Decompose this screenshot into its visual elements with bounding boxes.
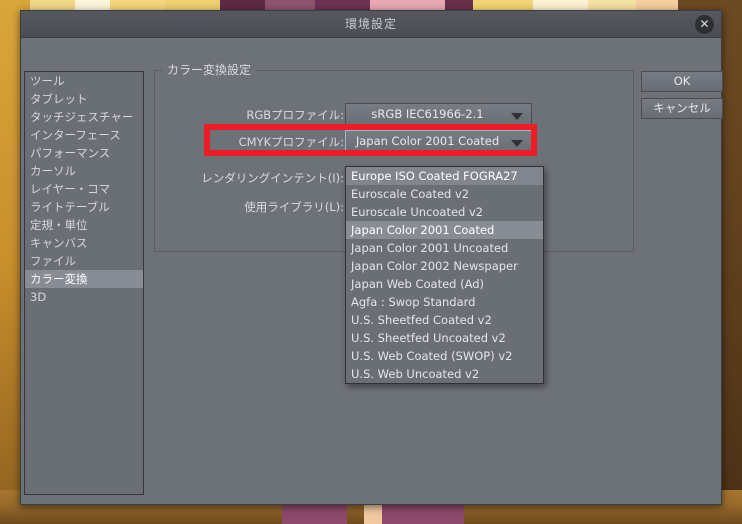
sidebar-item-12[interactable]: 3D xyxy=(25,288,143,306)
sidebar-item-0[interactable]: ツール xyxy=(25,72,143,90)
background-figure-left xyxy=(282,502,347,524)
rgb-profile-label: RGBプロファイル: xyxy=(246,108,344,122)
dropdown-option-8[interactable]: U.S. Sheetfed Coated v2 xyxy=(346,311,543,329)
sidebar-item-11[interactable]: カラー変換 xyxy=(25,270,143,288)
dialog-titlebar[interactable]: 環境設定 ✕ xyxy=(21,11,721,38)
sidebar-item-9[interactable]: キャンバス xyxy=(25,234,143,252)
chevron-down-icon xyxy=(511,140,523,147)
background-figure-right xyxy=(382,502,464,524)
dropdown-option-9[interactable]: U.S. Sheetfed Uncoated v2 xyxy=(346,329,543,347)
preferences-dialog: 環境設定 ✕ ツール タブレット タッチジェスチャー インターフェース パフォーマンスカ… xyxy=(20,10,723,505)
dropdown-option-11[interactable]: U.S. Web Uncoated v2 xyxy=(346,365,543,383)
cmyk-profile-combobox[interactable]: Japan Color 2001 Coated xyxy=(345,130,532,152)
rendering-intent-label: レンダリングインテント(I): xyxy=(201,171,344,185)
form-row-rgb-profile: RGBプロファイル: sRGB IEC61966-2.1 xyxy=(154,103,564,127)
dropdown-option-6[interactable]: Japan Web Coated (Ad) xyxy=(346,275,543,293)
cmyk-profile-label: CMYKプロファイル: xyxy=(238,135,344,149)
cancel-button[interactable]: キャンセル xyxy=(641,98,723,119)
dropdown-option-1[interactable]: Euroscale Coated v2 xyxy=(346,185,543,203)
dropdown-option-4[interactable]: Japan Color 2001 Uncoated xyxy=(346,239,543,257)
dropdown-option-7[interactable]: Agfa : Swop Standard xyxy=(346,293,543,311)
dialog-title: 環境設定 xyxy=(344,17,397,31)
chevron-down-icon xyxy=(511,113,523,120)
groupbox-title: カラー変換設定 xyxy=(162,61,257,78)
cmyk-profile-value: Japan Color 2001 Coated xyxy=(355,134,500,148)
close-icon[interactable]: ✕ xyxy=(695,15,714,34)
library-label: 使用ライブラリ(L): xyxy=(244,200,344,214)
dropdown-option-5[interactable]: Japan Color 2002 Newspaper xyxy=(346,257,543,275)
form-row-cmyk-profile: CMYKプロファイル: Japan Color 2001 Coated xyxy=(154,130,564,154)
rgb-profile-value: sRGB IEC61966-2.1 xyxy=(371,107,484,121)
dropdown-option-0[interactable]: Europe ISO Coated FOGRA27 xyxy=(346,167,543,185)
sidebar-item-10[interactable]: ファイル xyxy=(25,252,143,270)
dropdown-option-2[interactable]: Euroscale Uncoated v2 xyxy=(346,203,543,221)
rgb-profile-combobox[interactable]: sRGB IEC61966-2.1 xyxy=(345,103,532,125)
ok-button[interactable]: OK xyxy=(641,71,723,92)
cmyk-profile-dropdown-list[interactable]: Europe ISO Coated FOGRA27 Euroscale Coate… xyxy=(345,166,544,384)
dropdown-option-10[interactable]: U.S. Web Coated (SWOP) v2 xyxy=(346,347,543,365)
dropdown-option-3[interactable]: Japan Color 2001 Coated xyxy=(346,221,543,239)
dialog-body: ツール タブレット タッチジェスチャー インターフェース パフォーマンス カーソル レイヤー… xyxy=(21,38,723,505)
